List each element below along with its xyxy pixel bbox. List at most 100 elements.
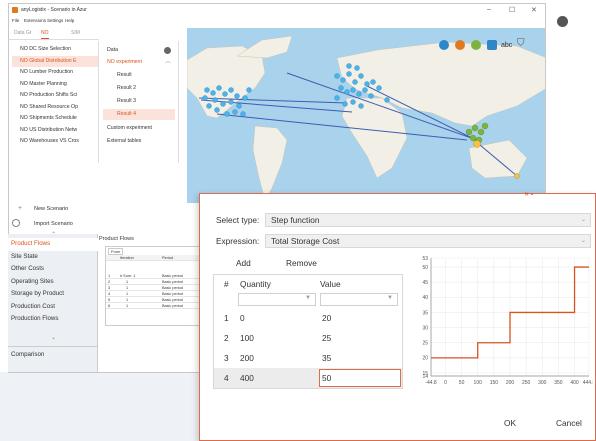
map-layer-icon[interactable] [439, 40, 449, 50]
close-button[interactable]: ✕ [531, 6, 537, 14]
column-header[interactable]: Period [162, 256, 173, 260]
x-tick-label: 100 [474, 380, 483, 386]
scenario-item[interactable]: NO Shared Resource Op [12, 102, 98, 113]
column-header-quantity[interactable]: Quantity [240, 275, 271, 293]
scenario-item[interactable]: NO US Distribution Netw [12, 125, 98, 136]
chevron-up-icon[interactable]: ︿ [165, 57, 171, 68]
menu-help[interactable]: Help [65, 18, 74, 23]
tree-item-external-tables[interactable]: External tables [103, 136, 175, 147]
chevron-down-icon: ⌄ [580, 217, 586, 223]
nav-item-site-state[interactable]: Site State [8, 251, 98, 264]
table-row[interactable]: 1 0 20 [214, 308, 402, 328]
nav-item-storage-by-product[interactable]: Storage by Product [8, 288, 98, 301]
chevron-down-icon[interactable]: ⌄ [51, 334, 56, 341]
y-tick-label: 40 [422, 295, 428, 301]
scenario-tab-strip: Data Gr NO SIM [9, 25, 99, 40]
tree-item-result[interactable]: Result [103, 70, 175, 81]
scenario-item[interactable]: NO DC Size Selection [12, 44, 98, 55]
scenario-item[interactable]: NO Shipments Schedule [12, 113, 98, 124]
x-tick-label: -44.8 [425, 380, 437, 386]
column-header-index: # [224, 279, 229, 289]
scenario-item[interactable]: NO Production Shifts Sci [12, 90, 98, 101]
results-nav: ⌃ Product Flows Site State Other Costs O… [8, 231, 98, 372]
menu-file[interactable]: File [12, 18, 19, 23]
scenario-item[interactable]: NO Master Planning [12, 79, 98, 90]
menu-bar: File Extensions Settings Help [9, 16, 545, 25]
remove-button[interactable]: Remove [286, 258, 317, 268]
x-tick-label: 444.8 [583, 380, 593, 386]
table-row[interactable]: 3 200 35 [214, 348, 402, 368]
scenario-item-selected[interactable]: NO Global Distribution E [12, 55, 98, 67]
product-flows-title: Product Flows [99, 236, 134, 242]
nav-item-other-costs[interactable]: Other Costs [8, 263, 98, 276]
comparison-link[interactable]: Comparison [11, 351, 44, 358]
new-scenario-button[interactable]: + New Scenario [8, 203, 90, 215]
world-map[interactable]: abc ⛉ [187, 28, 545, 203]
nav-divider [8, 346, 98, 347]
tab-data[interactable]: Data Gr [14, 30, 32, 36]
minimize-button[interactable]: – [487, 6, 491, 13]
ok-button[interactable]: OK [504, 418, 516, 428]
tree-item-label: NO experiment [107, 59, 142, 65]
y-tick-label: 53 [422, 256, 428, 262]
menu-extensions[interactable]: Extensions [24, 18, 46, 23]
map-grid-icon[interactable] [487, 40, 497, 50]
value-edit-cell[interactable]: 50 [319, 369, 401, 387]
tab-sim[interactable]: SIM [71, 30, 80, 36]
tree-item-data[interactable]: Data [103, 45, 175, 56]
tree-item-experiment[interactable]: NO experiment ︿ [103, 57, 175, 68]
import-scenario-label: Import Scenario [34, 221, 73, 227]
x-tick-label: 350 [554, 380, 563, 386]
table-row[interactable]: 2 100 25 [214, 328, 402, 348]
tree-item-result[interactable]: Result 2 [103, 83, 175, 94]
scenario-item[interactable]: NO Lumber Production [12, 67, 98, 78]
tab-no[interactable]: NO [41, 30, 49, 39]
import-scenario-button[interactable]: Import Scenario [8, 218, 90, 230]
tree-item-result-selected[interactable]: Result 4 [103, 109, 175, 120]
x-tick-label: 0 [444, 380, 447, 386]
add-button[interactable]: Add [236, 258, 251, 268]
check-circle-icon [164, 47, 171, 54]
filter-icon: ▼ [305, 295, 311, 301]
x-tick-label: 300 [538, 380, 547, 386]
tree-item-custom-experiment[interactable]: Custom experiment [103, 123, 175, 134]
step-function-chart: 53504540353025201514-44.8 0 50 100 150 200 250… [422, 256, 593, 386]
map-labels-toggle[interactable]: abc [501, 42, 512, 49]
maximize-button[interactable]: ☐ [509, 6, 515, 14]
table-header-row: Iteration Period [106, 255, 204, 261]
dialog-close-icon[interactable]: ✕ ▪ [524, 191, 533, 198]
bullet-point [557, 16, 568, 27]
land-greenland [236, 35, 293, 59]
chevron-down-icon: ⌄ [580, 238, 586, 244]
new-scenario-label: New Scenario [34, 206, 69, 212]
nav-item-operating-sites[interactable]: Operating Sites [8, 276, 98, 289]
experiment-tree: Data NO experiment ︿ Result Result 2 Res… [99, 41, 179, 163]
tree-item-result[interactable]: Result 3 [103, 96, 175, 107]
tree-item-label: Data [107, 47, 118, 53]
quantity-filter-input[interactable]: ▼ [238, 293, 316, 306]
column-header[interactable]: Iteration [120, 256, 134, 260]
map-layer-icon[interactable] [455, 40, 465, 50]
filter-icon[interactable]: ⛉ [517, 38, 525, 49]
chevron-up-icon[interactable]: ⌃ [51, 231, 56, 238]
y-tick-label: 14 [422, 374, 428, 380]
y-tick-label: 25 [422, 341, 428, 347]
value-filter-input[interactable]: ▼ [320, 293, 398, 306]
table-row-selected[interactable]: 4 400 50 [214, 368, 402, 388]
import-icon [12, 219, 20, 227]
column-header-value[interactable]: Value [320, 275, 341, 293]
nav-item-production-cost[interactable]: Production Cost [8, 301, 98, 314]
y-tick-label: 20 [422, 356, 428, 362]
nav-item-production-flows[interactable]: Production Flows [8, 313, 98, 326]
cancel-button[interactable]: Cancel [556, 418, 582, 428]
select-type-dropdown[interactable]: Step function ⌄ [265, 213, 591, 227]
expression-dropdown[interactable]: Total Storage Cost ⌄ [265, 234, 591, 248]
map-layer-icon[interactable] [471, 40, 481, 50]
table-tab-from[interactable]: From [108, 248, 124, 255]
x-tick-label: 400 [570, 380, 579, 386]
y-tick-label: 30 [422, 325, 428, 331]
menu-settings[interactable]: Settings [47, 18, 63, 23]
nav-item-product-flows[interactable]: Product Flows [8, 238, 98, 251]
scenario-item[interactable]: NO Warehouses VS Cros [12, 136, 98, 147]
table-row[interactable]: 6 1 Basic period [106, 303, 204, 309]
